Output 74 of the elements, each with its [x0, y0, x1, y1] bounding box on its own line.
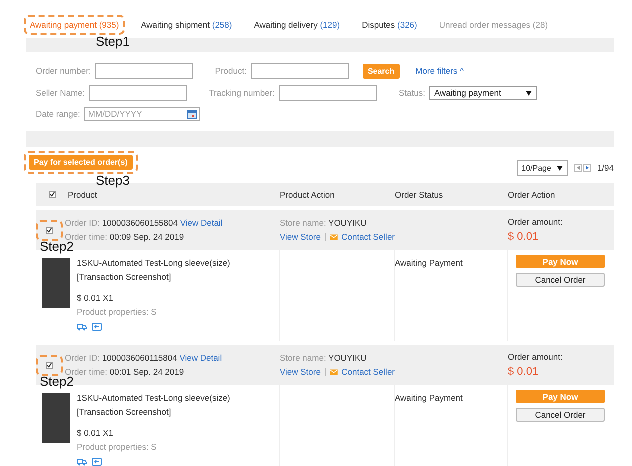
order-number-field[interactable] [95, 63, 194, 79]
field-label: Tracking number: [209, 88, 275, 98]
field-label: Status: [398, 88, 426, 98]
order-tab[interactable]: Unread order messages (28) [439, 20, 548, 30]
product-price: $ 0.01 X1 [77, 293, 114, 303]
dropdown-arrow-icon [557, 166, 564, 170]
return-icon[interactable] [92, 458, 102, 466]
order-amount-label: Order amount: [508, 217, 564, 227]
envelope-icon [330, 234, 338, 240]
right-arrow-icon [586, 166, 589, 170]
product-properties: Product properties: S [77, 307, 158, 317]
pay-now-button[interactable]: Pay Now [516, 390, 605, 403]
product-properties: Product properties: S [77, 442, 158, 452]
view-store-link[interactable]: View Store [280, 232, 321, 242]
photo-placeholder [42, 258, 70, 308]
field-label: Order number: [36, 66, 92, 76]
field-label: Date range: [36, 109, 80, 119]
return-icon[interactable] [92, 323, 102, 331]
checkbox[interactable] [49, 191, 56, 198]
column-header: Product [68, 190, 98, 200]
cancel-order-button[interactable]: Cancel Order [516, 408, 605, 422]
product-price: $ 0.01 X1 [77, 428, 114, 438]
tracking-number-field[interactable] [278, 85, 377, 101]
calendar-icon [187, 110, 198, 118]
order-id: Order ID: 1000036060155804 View Detail [65, 218, 223, 228]
seller-name-field[interactable] [89, 85, 188, 101]
pay-now-button[interactable]: Pay Now [516, 255, 605, 268]
more-filters-link[interactable]: More filters ^ [416, 66, 464, 76]
next-page-button[interactable] [583, 164, 592, 172]
order-amount: $ 0.01 [508, 366, 540, 378]
product-title[interactable]: 1SKU-Automated Test-Long sleeve(size) [77, 393, 230, 403]
order-amount: $ 0.01 [508, 231, 540, 243]
cancel-order-button[interactable]: Cancel Order [516, 273, 605, 287]
contact-seller-link[interactable]: Contact Seller [342, 367, 395, 377]
step-label: Step3 [96, 173, 130, 188]
field-label: Seller Name: [36, 88, 86, 98]
search-button[interactable]: Search [362, 64, 400, 78]
order-status: Awaiting Payment [395, 393, 463, 403]
page-indicator: 1/94 [597, 163, 614, 173]
contact-seller-link[interactable]: Contact Seller [342, 232, 395, 242]
product-field[interactable] [250, 63, 349, 79]
order-tab[interactable]: Awaiting shipment (258) [141, 20, 232, 30]
view-detail-link[interactable]: View Detail [180, 218, 223, 228]
previous-page-button[interactable] [574, 164, 582, 172]
column-header: Order Status [395, 190, 444, 200]
status-dropdown[interactable]: Awaiting payment [429, 86, 538, 100]
order-tab[interactable]: Awaiting delivery (129) [254, 20, 340, 30]
dropdown-arrow-icon [526, 90, 532, 96]
envelope-icon [330, 368, 338, 376]
order-id: Order ID: 1000036060115804 View Detail [65, 353, 222, 363]
order-status: Awaiting Payment [395, 258, 463, 268]
field-label: Product: [215, 66, 247, 76]
truck-icon[interactable] [77, 458, 87, 466]
truck-icon[interactable] [77, 323, 87, 331]
product-subtitle: [Transaction Screenshot] [77, 272, 172, 282]
page-size-dropdown[interactable]: 10/Page [516, 160, 568, 176]
checkbox[interactable] [46, 362, 53, 368]
step-label: Step1 [96, 34, 130, 49]
date-range-field[interactable]: MM/DD/YYYY [84, 107, 200, 121]
pay-selected-orders-button[interactable]: Pay for selected order(s) [29, 155, 133, 170]
checkbox[interactable] [46, 226, 53, 234]
left-arrow-icon [576, 166, 580, 170]
view-store-link[interactable]: View Store [280, 367, 321, 377]
product-title[interactable]: 1SKU-Automated Test-Long sleeve(size) [77, 258, 230, 268]
order-amount-label: Order amount: [508, 352, 564, 362]
store-name: Store name: YOUYIKU [280, 218, 368, 228]
order-tab[interactable]: Disputes (326) [362, 20, 418, 30]
store-name: Store name: YOUYIKU [280, 353, 368, 363]
column-header: Order Action [508, 190, 556, 200]
order-tab[interactable]: Awaiting payment (935) [30, 20, 120, 30]
product-subtitle: [Transaction Screenshot] [77, 407, 172, 417]
photo-placeholder [42, 393, 70, 443]
column-header: Product Action [280, 190, 336, 200]
view-detail-link[interactable]: View Detail [180, 353, 222, 363]
